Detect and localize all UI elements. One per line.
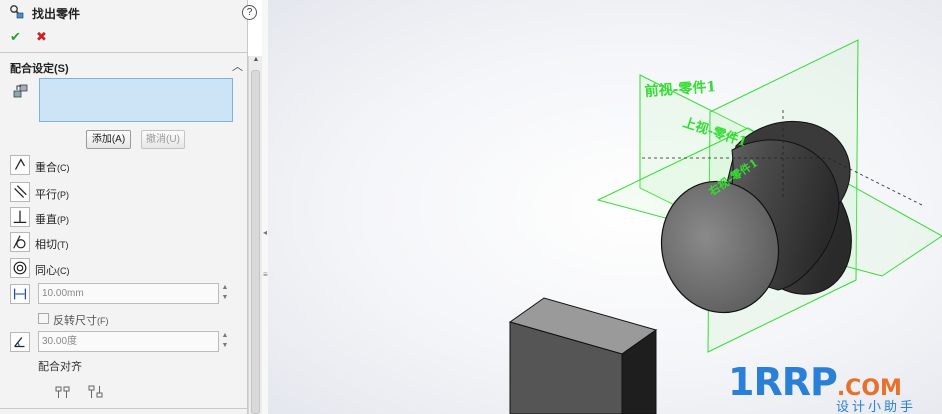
scroll-thumb[interactable]	[251, 70, 260, 414]
collapse-handle-icon[interactable]: ◂	[263, 228, 267, 237]
mate-label: 相切	[35, 239, 57, 251]
watermark-sub: 设计小助手	[836, 399, 917, 414]
panel-scrollbar[interactable]: ▲	[248, 56, 262, 414]
watermark-main: 1RRP	[728, 360, 838, 404]
mate-label: 重合	[35, 162, 57, 174]
divider	[0, 52, 248, 53]
mate-entities-icon	[13, 84, 28, 98]
panel-title: 找出零件	[32, 7, 81, 21]
panel-titlebar: 找出零件 ?	[0, 0, 257, 24]
mate-label: 垂直	[35, 214, 57, 226]
divider	[0, 408, 248, 409]
angle-input[interactable]: 30.00度	[38, 331, 219, 352]
angle-stepper[interactable]: ▲ ▼	[219, 331, 231, 352]
distance-icon	[10, 284, 30, 304]
aligned-icon[interactable]	[54, 384, 72, 400]
site-watermark: 1RRP.COM 设计小助手	[728, 360, 913, 414]
scroll-up-arrow[interactable]: ▲	[251, 56, 261, 68]
property-manager-panel: 找出零件 ? ✔ ✖ 配合设定(S) ︿ 添加(A) 撤消(U) 重合(C) 平…	[0, 0, 257, 414]
mate-settings-header[interactable]: 配合设定(S) ︿	[0, 56, 248, 76]
section-title: 配合设定(S)	[10, 63, 69, 75]
graphics-viewport[interactable]: 前视-零件1 上视-零件1 右视-零件1 1RRP.COM 设计小助手	[268, 0, 942, 414]
coincident-icon	[10, 155, 30, 175]
mate-alignment-heading: 配合对齐	[38, 361, 82, 373]
help-icon[interactable]: ?	[242, 5, 257, 20]
distance-input[interactable]: 10.00mm	[38, 283, 219, 304]
model-scene: 前视-零件1 上视-零件1 右视-零件1	[508, 39, 942, 414]
angle-icon	[10, 332, 30, 352]
undo-button[interactable]: 撤消(U)	[141, 130, 185, 149]
front-plane-label: 前视-零件1	[644, 78, 717, 100]
mate-label: 平行	[35, 189, 57, 201]
grip-icon[interactable]: ≡	[263, 270, 268, 279]
perpendicular-icon	[10, 207, 30, 227]
parallel-icon	[10, 182, 30, 202]
selection-list-box[interactable]	[39, 78, 233, 122]
ok-button[interactable]: ✔	[10, 29, 21, 45]
add-button[interactable]: 添加(A)	[86, 130, 131, 149]
distance-stepper[interactable]: ▲ ▼	[219, 283, 231, 304]
find-part-icon	[10, 5, 24, 19]
mate-label: 同心	[35, 265, 57, 277]
cancel-button[interactable]: ✖	[36, 29, 47, 45]
anti-aligned-icon[interactable]	[87, 384, 105, 400]
tangent-icon	[10, 232, 30, 252]
chevron-up-icon[interactable]: ︿	[232, 58, 243, 74]
flip-dimension-label: 反转尺寸	[53, 315, 97, 327]
concentric-icon	[10, 258, 30, 278]
flip-dimension-checkbox[interactable]	[38, 313, 49, 324]
